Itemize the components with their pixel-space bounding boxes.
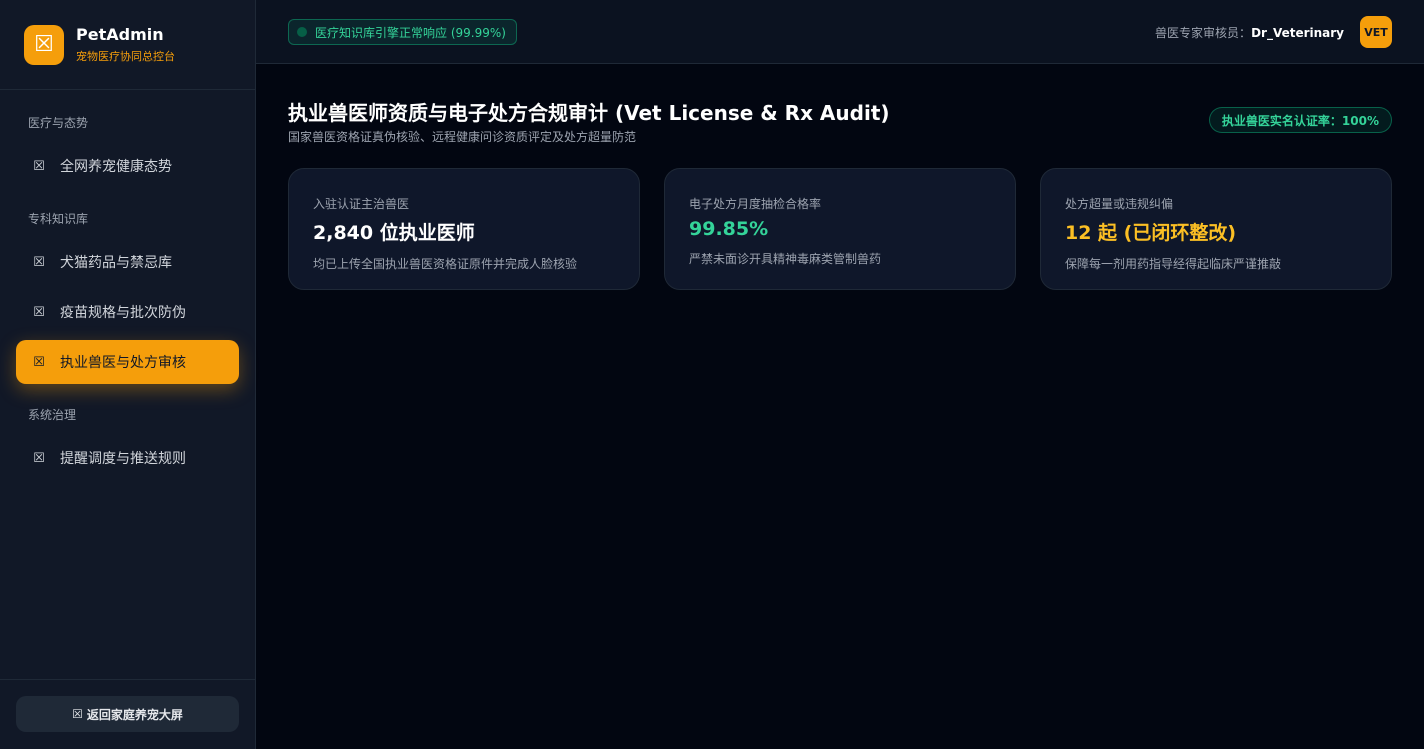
- engine-status-badge: 医疗知识库引擎正常响应 (99.99%): [288, 19, 517, 45]
- brand-subtitle: 宠物医疗协同总控台: [76, 50, 175, 63]
- status-dot-icon: [297, 27, 307, 37]
- stat-card-desc: 严禁未面诊开具精神毒麻类管制兽药: [689, 252, 882, 266]
- stat-card-desc: 均已上传全国执业兽医资格证原件并完成人脸核验: [313, 257, 578, 271]
- stat-card-label: 电子处方月度抽检合格率: [689, 197, 822, 211]
- stat-card-label: 入驻认证主治兽医: [313, 197, 410, 211]
- top-header: 医疗知识库引擎正常响应 (99.99%) 兽医专家审核员：Dr_Veterina…: [256, 0, 1424, 64]
- page-title: 执业兽医师资质与电子处方合规审计 (Vet License & Rx Audit…: [288, 101, 890, 125]
- sidebar-item-label: 提醒调度与推送规则: [60, 451, 186, 467]
- stat-card-value: 12 起 (已闭环整改): [1065, 222, 1237, 244]
- image-placeholder-icon: ☒: [33, 158, 45, 174]
- nav-group-title-medical: 医疗与态势: [28, 116, 89, 130]
- image-placeholder-icon: ☒: [33, 354, 45, 370]
- sidebar-item-label: 犬猫药品与禁忌库: [60, 255, 172, 271]
- sidebar-item-label: 执业兽医与处方审核: [60, 355, 186, 371]
- image-placeholder-icon: ☒: [33, 304, 45, 320]
- back-to-home-button[interactable]: ☒ 返回家庭养宠大屏: [16, 696, 239, 732]
- image-placeholder-icon: ☒: [24, 24, 64, 65]
- back-to-home-label: 返回家庭养宠大屏: [86, 707, 183, 722]
- image-placeholder-icon: ☒: [33, 450, 45, 466]
- image-placeholder-icon: ☒: [33, 254, 45, 270]
- certification-rate-badge: 执业兽医实名认证率：100%: [1208, 107, 1392, 133]
- nav-group-title-knowledge: 专科知识库: [28, 212, 89, 226]
- stat-card-violations: 处方超量或违规纠偏 12 起 (已闭环整改) 保障每一剂用药指导经得起临床严谨推…: [1040, 168, 1392, 290]
- stat-card-value: 2,840 位执业医师: [313, 222, 475, 244]
- stat-card-label: 处方超量或违规纠偏: [1065, 197, 1174, 211]
- sidebar-item-health-overview[interactable]: ☒ 全网养宠健康态势: [16, 144, 239, 188]
- stat-card-vets: 入驻认证主治兽医 2,840 位执业医师 均已上传全国执业兽医资格证原件并完成人…: [288, 168, 640, 290]
- reviewer-label: 兽医专家审核员：: [1155, 26, 1252, 40]
- reviewer-name: Dr_Veterinary: [1251, 26, 1344, 40]
- engine-status-text: 医疗知识库引擎正常响应 (99.99%): [315, 25, 506, 40]
- page-subtitle: 国家兽医资格证真伪核验、远程健康问诊资质评定及处方超量防范: [288, 130, 637, 144]
- brand: ☒ PetAdmin 宠物医疗协同总控台: [0, 0, 255, 90]
- sidebar: ☒ PetAdmin 宠物医疗协同总控台 医疗与态势 ☒ 全网养宠健康态势 专科…: [0, 0, 256, 749]
- brand-name: PetAdmin: [76, 25, 164, 44]
- sidebar-item-drug-library[interactable]: ☒ 犬猫药品与禁忌库: [16, 240, 239, 284]
- stat-card-value: 99.85%: [689, 218, 769, 240]
- sidebar-item-label: 疫苗规格与批次防伪: [60, 305, 186, 321]
- sidebar-item-vaccine[interactable]: ☒ 疫苗规格与批次防伪: [16, 290, 239, 334]
- nav-group-title-system: 系统治理: [28, 408, 77, 422]
- reviewer-info: 兽医专家审核员：Dr_Veterinary: [1155, 24, 1344, 41]
- stat-card-desc: 保障每一剂用药指导经得起临床严谨推敲: [1065, 257, 1282, 271]
- image-placeholder-icon: ☒: [72, 707, 83, 721]
- stat-card-rx-pass-rate: 电子处方月度抽检合格率 99.85% 严禁未面诊开具精神毒麻类管制兽药: [664, 168, 1016, 290]
- avatar[interactable]: VET: [1360, 16, 1392, 48]
- sidebar-item-vet-rx-audit[interactable]: ☒ 执业兽医与处方审核: [16, 340, 239, 384]
- sidebar-footer: ☒ 返回家庭养宠大屏: [0, 679, 255, 749]
- sidebar-item-label: 全网养宠健康态势: [60, 159, 172, 175]
- sidebar-item-reminder-rules[interactable]: ☒ 提醒调度与推送规则: [16, 436, 239, 480]
